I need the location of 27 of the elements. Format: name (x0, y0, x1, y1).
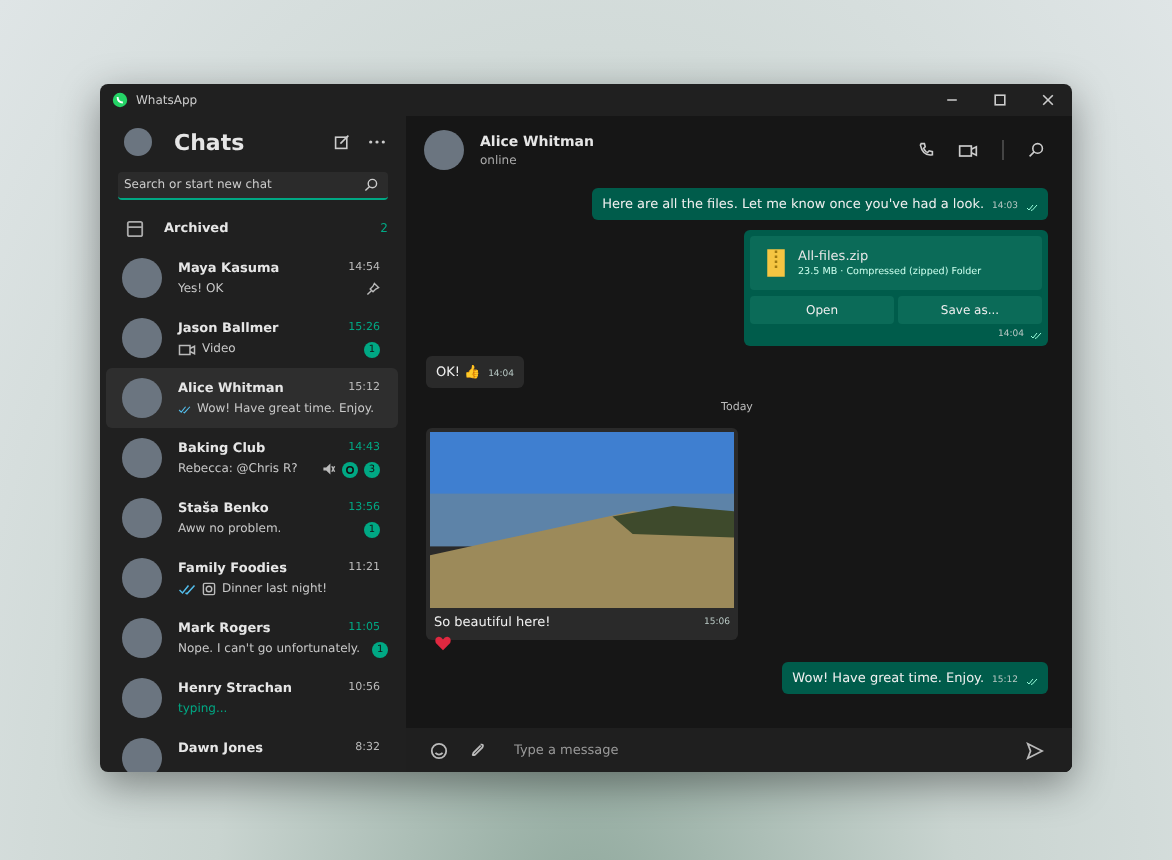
avatar (122, 678, 162, 718)
more-icon[interactable] (368, 138, 386, 146)
avatar (122, 318, 162, 358)
video-icon (178, 343, 196, 355)
zip-folder-icon (766, 248, 786, 278)
photo-icon (202, 582, 216, 596)
avatar (122, 258, 162, 298)
sidebar-title: Chats (174, 129, 245, 155)
avatar (122, 498, 162, 538)
avatar[interactable] (424, 130, 464, 170)
archive-icon (126, 219, 144, 237)
emoji-icon[interactable] (430, 741, 448, 759)
search-icon[interactable] (1028, 142, 1044, 158)
app-logo-icon (112, 92, 128, 108)
avatar (122, 618, 162, 658)
avatar (122, 558, 162, 598)
maximize-icon[interactable] (992, 92, 1008, 108)
phone-icon[interactable] (918, 142, 934, 158)
new-chat-icon[interactable] (334, 134, 350, 150)
avatar (122, 378, 162, 418)
avatar (122, 738, 162, 772)
close-icon[interactable] (1040, 92, 1056, 108)
search-icon[interactable] (364, 178, 378, 192)
send-icon[interactable] (1026, 741, 1044, 759)
video-call-icon[interactable] (958, 143, 978, 157)
avatar (122, 438, 162, 478)
avatar[interactable] (124, 128, 152, 156)
